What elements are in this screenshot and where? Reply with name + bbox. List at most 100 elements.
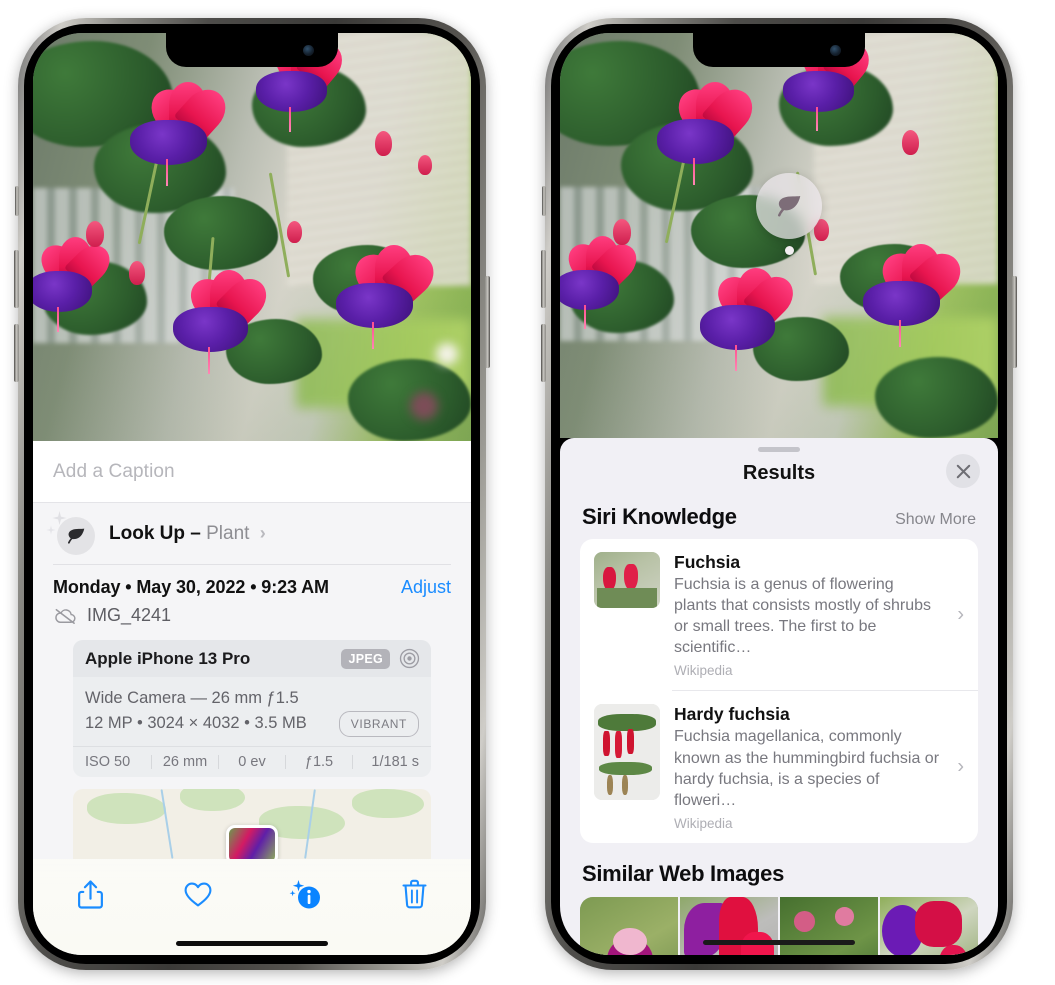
close-icon[interactable] [946, 454, 980, 488]
chevron-right-icon: › [259, 523, 266, 543]
web-image-thumb[interactable] [780, 896, 878, 955]
capture-date: Monday • May 30, 2022 • 9:23 AM [53, 577, 329, 597]
fuchsia-flower [560, 235, 645, 330]
knowledge-title: Fuchsia [674, 552, 741, 572]
divider [53, 564, 451, 565]
flower-bud [374, 130, 392, 156]
knowledge-thumbnail [594, 552, 660, 608]
knowledge-source: Wikipedia [674, 815, 733, 831]
mute-switch[interactable] [15, 186, 19, 216]
exif-stat: 0 ev [238, 753, 266, 770]
photographic-style-badge: VIBRANT [338, 710, 419, 737]
location-map[interactable] [73, 788, 431, 859]
foliage [164, 196, 279, 270]
resolution-info: 12 MP • 3024 × 4032 • 3.5 MB [85, 714, 307, 733]
look-up-label: Look Up – Plant › [109, 523, 266, 545]
map-photo-marker[interactable] [226, 824, 278, 859]
web-image-thumb[interactable] [680, 896, 778, 955]
fuchsia-flower [683, 267, 802, 372]
results-header: Results [560, 452, 998, 494]
exif-stats: ISO 50 26 mm 0 ev ƒ1.5 1/181 s [73, 745, 431, 777]
siri-knowledge-list: Fuchsia Fuchsia is a genus of flowering … [580, 539, 978, 843]
knowledge-item-hardy-fuchsia[interactable]: Hardy fuchsia Fuchsia magellanica, commo… [580, 691, 978, 842]
home-indicator[interactable] [176, 941, 328, 946]
notch [166, 33, 338, 67]
exif-stat: 1/181 s [371, 753, 419, 770]
visual-look-up-badge[interactable] [756, 173, 822, 239]
trash-icon[interactable] [391, 871, 437, 917]
format-badge: JPEG [341, 648, 390, 669]
exif-stat: 26 mm [162, 753, 208, 770]
look-up-row[interactable]: Look Up – Plant › [33, 503, 471, 565]
fuchsia-flower [639, 80, 761, 185]
info-sparkle-icon[interactable] [283, 871, 329, 917]
exif-stat: ƒ1.5 [304, 753, 334, 770]
similar-web-images-title: Similar Web Images [582, 860, 785, 886]
power-button[interactable] [1012, 276, 1017, 368]
photo-metadata: Monday • May 30, 2022 • 9:23 AM Adjust I… [33, 565, 471, 859]
look-up-subject: Plant [206, 523, 250, 544]
web-image-thumb[interactable] [580, 896, 678, 955]
exif-card: Apple iPhone 13 Pro JPEG Wide Camera — 2… [73, 640, 431, 777]
flower-bud [612, 219, 631, 246]
home-indicator[interactable] [703, 940, 855, 945]
knowledge-title: Hardy fuchsia [674, 704, 790, 725]
camera-model: Apple iPhone 13 Pro [85, 648, 251, 668]
bokeh [435, 343, 458, 366]
power-button[interactable] [485, 276, 490, 368]
front-camera [830, 45, 841, 56]
chevron-right-icon: › [957, 755, 964, 778]
phone-right: Results Siri Knowledge Show More Fuchsia… [541, 18, 1017, 970]
chevron-right-icon: › [957, 603, 964, 626]
siri-knowledge-header: Siri Knowledge Show More [560, 494, 998, 539]
photo-toolbar [33, 859, 471, 955]
web-image-thumb[interactable] [880, 896, 978, 955]
knowledge-thumbnail [594, 704, 660, 801]
show-more-button[interactable]: Show More [895, 511, 976, 529]
volume-up-button[interactable] [541, 250, 546, 308]
mute-switch[interactable] [542, 186, 546, 216]
results-sheet: Results Siri Knowledge Show More Fuchsia… [560, 438, 998, 955]
phone-screen-left: Add a Caption Look Up – Plant › Monday •… [33, 33, 471, 955]
leaf-icon [778, 196, 801, 217]
flower-bud [85, 220, 104, 247]
photo-fuchsia[interactable] [560, 33, 998, 438]
fuchsia-flower [112, 80, 234, 187]
share-icon[interactable] [67, 871, 113, 917]
adjust-button[interactable]: Adjust [401, 577, 451, 598]
knowledge-item-fuchsia[interactable]: Fuchsia Fuchsia is a genus of flowering … [580, 539, 978, 690]
similar-web-images-strip[interactable] [580, 896, 978, 955]
front-camera [303, 45, 314, 56]
filename: IMG_4241 [87, 605, 172, 625]
similar-web-images-header: Similar Web Images [560, 843, 998, 897]
knowledge-description: Fuchsia magellanica, commonly known as t… [674, 728, 940, 809]
visual-look-up-anchor-dot [785, 246, 794, 255]
screenshot-root: Add a Caption Look Up – Plant › Monday •… [0, 0, 1055, 985]
knowledge-source: Wikipedia [674, 663, 733, 679]
knowledge-description: Fuchsia is a genus of flowering plants t… [674, 576, 931, 657]
volume-down-button[interactable] [541, 324, 546, 382]
photo-fuchsia[interactable] [33, 33, 471, 441]
knowledge-text: Fuchsia Fuchsia is a genus of flowering … [674, 552, 966, 678]
map-park [352, 788, 424, 819]
volume-down-button[interactable] [14, 324, 19, 382]
exif-stat: ISO 50 [85, 753, 131, 770]
foliage [875, 357, 998, 438]
leaf-icon [57, 517, 95, 555]
notch [693, 33, 865, 67]
photo-info-sheet: Add a Caption Look Up – Plant › Monday •… [33, 441, 471, 955]
bokeh [409, 392, 438, 421]
map-park [180, 788, 245, 812]
caption-input[interactable]: Add a Caption [33, 441, 471, 503]
phone-left: Add a Caption Look Up – Plant › Monday •… [14, 18, 490, 970]
foliage [348, 359, 471, 441]
fuchsia-flower [156, 269, 276, 374]
phone-screen-right: Results Siri Knowledge Show More Fuchsia… [560, 33, 998, 955]
heart-icon[interactable] [175, 871, 221, 917]
aperture-icon [399, 648, 420, 669]
sparkle-icon [46, 525, 56, 535]
siri-knowledge-title: Siri Knowledge [582, 504, 737, 529]
volume-up-button[interactable] [14, 250, 19, 308]
knowledge-text: Hardy fuchsia Fuchsia magellanica, commo… [674, 704, 966, 830]
cloud-slash-icon [55, 608, 76, 624]
